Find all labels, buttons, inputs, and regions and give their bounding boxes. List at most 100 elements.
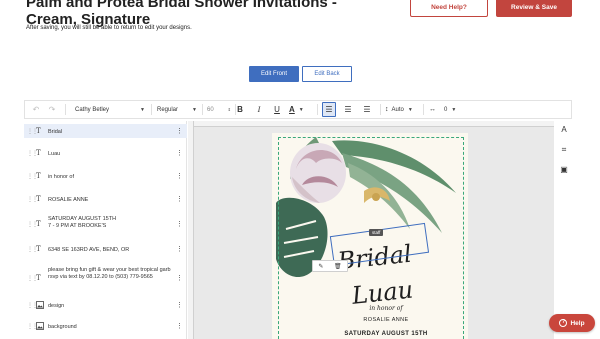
page-title: Palm and Protea Bridal Shower Invitation…	[26, 0, 337, 28]
text-color-button[interactable]: A ▼	[289, 101, 311, 118]
layer-item-bridal[interactable]: ⋮⋮ T Bridal ⋮	[24, 124, 187, 138]
text-layer-icon: T	[36, 245, 41, 253]
image-tool-icon[interactable]: ▣	[556, 165, 572, 174]
tab-edit-back[interactable]: Edit Back	[302, 66, 352, 82]
layer-label: in honor of	[48, 174, 74, 180]
tab-edit-front[interactable]: Edit Front	[249, 66, 299, 82]
drag-handle-icon[interactable]: ⋮⋮	[27, 323, 38, 330]
trash-icon[interactable]: 🗑	[334, 263, 342, 270]
drag-handle-icon[interactable]: ⋮⋮	[27, 150, 38, 157]
text-layer-icon: T	[36, 127, 41, 135]
image-layer-icon	[36, 322, 44, 330]
font-family-select[interactable]: Cathy Betley ▼	[75, 101, 145, 118]
right-tool-rail: A ⌗ ▣	[556, 121, 572, 339]
layer-label: SATURDAY AUGUST 15TH 7 - 9 PM AT BROOKE'…	[48, 216, 117, 229]
more-options-icon[interactable]: ⋮	[176, 127, 183, 135]
drag-handle-icon[interactable]: ⋮⋮	[27, 173, 38, 180]
layer-label: Luau	[48, 151, 61, 157]
letter-spacing-value: 0	[444, 106, 448, 113]
chevron-down-icon: ▼	[298, 106, 304, 113]
stepper-icon: ⇕	[227, 107, 231, 112]
chevron-down-icon: ▼	[451, 106, 457, 113]
layer-item-luau[interactable]: ⋮⋮ T Luau ⋮	[24, 146, 187, 160]
toolbar-divider	[65, 104, 66, 115]
more-options-icon[interactable]: ⋮	[176, 301, 183, 309]
toolbar-divider	[423, 104, 424, 115]
image-layer-icon	[36, 301, 44, 309]
page-subtitle: After saving, you will still be able to …	[26, 25, 192, 31]
staff-tag: staff	[369, 229, 384, 236]
align-center-icon[interactable]: ☰	[341, 101, 355, 118]
line-height-select[interactable]: ↕ Auto ▼	[385, 101, 419, 118]
question-icon: ?	[559, 319, 568, 327]
bold-button[interactable]: B	[233, 101, 247, 118]
review-save-button[interactable]: Review & Save	[496, 0, 572, 17]
layer-item-date[interactable]: ⋮⋮ T SATURDAY AUGUST 15TH 7 - 9 PM AT BR…	[24, 213, 187, 235]
chevron-down-icon: ▼	[407, 106, 413, 113]
align-left-icon[interactable]: ☰	[322, 102, 336, 117]
italic-button[interactable]: I	[252, 101, 266, 118]
underline-button[interactable]: U	[270, 101, 284, 118]
layer-label: background	[48, 324, 77, 330]
letter-spacing-select[interactable]: ↔ 0 ▼	[429, 101, 469, 118]
rosalie-anne-text[interactable]: ROSALIE ANNE	[300, 317, 472, 323]
layer-item-in-honor-of[interactable]: ⋮⋮ T in honor of ⋮	[24, 169, 187, 183]
layer-label: ROSALIE ANNE	[48, 197, 89, 203]
chevron-down-icon: ▼	[192, 106, 197, 113]
letter-spacing-icon: ↔	[429, 106, 436, 113]
edit-pencil-icon[interactable]: ✎	[318, 263, 323, 270]
help-label: Help	[570, 319, 585, 327]
drag-handle-icon[interactable]: ⋮⋮	[27, 196, 38, 203]
layer-label: design	[48, 303, 65, 309]
text-layer-icon: T	[36, 195, 41, 203]
drag-handle-icon[interactable]: ⋮⋮	[27, 275, 38, 282]
in-honor-of-text[interactable]: in honor of	[300, 305, 472, 312]
font-family-value: Cathy Betley	[75, 106, 110, 113]
left-ruler	[188, 121, 194, 339]
line-height-value: Auto	[391, 106, 404, 113]
layer-item-design[interactable]: ⋮⋮ design ⋮	[24, 298, 187, 312]
layer-item-address[interactable]: ⋮⋮ T 6348 SE 163RD AVE, BEND, OR ⋮	[24, 242, 187, 256]
drag-handle-icon[interactable]: ⋮⋮	[27, 128, 38, 135]
more-options-icon[interactable]: ⋮	[176, 274, 183, 282]
redo-icon[interactable]: ↷	[45, 101, 59, 118]
font-weight-select[interactable]: Regular ▼	[157, 101, 197, 118]
chevron-down-icon: ▼	[140, 106, 145, 113]
need-help-button[interactable]: Need Help?	[410, 0, 488, 17]
align-right-icon[interactable]: ☰	[360, 101, 374, 118]
text-color-letter: A	[289, 105, 295, 114]
more-options-icon[interactable]: ⋮	[176, 195, 183, 203]
text-layer-icon: T	[36, 274, 41, 282]
layers-panel: ⋮⋮ T Bridal ⋮ ⋮⋮ T Luau ⋮ ⋮⋮ T in honor …	[24, 121, 187, 339]
crop-icon[interactable]: ⌗	[556, 145, 572, 155]
font-size-value: 60	[207, 106, 214, 113]
toolbar-divider	[151, 104, 152, 115]
layer-item-details[interactable]: ⋮⋮ T please bring fun gift & wear your b…	[24, 264, 187, 294]
text-tool-icon[interactable]: A	[556, 125, 572, 134]
element-mini-toolbar: ✎ 🗑	[312, 260, 348, 272]
undo-icon[interactable]: ↶	[29, 101, 43, 118]
more-options-icon[interactable]: ⋮	[176, 220, 183, 228]
text-layer-icon: T	[36, 220, 41, 228]
more-options-icon[interactable]: ⋮	[176, 172, 183, 180]
layer-label: 6348 SE 163RD AVE, BEND, OR	[48, 247, 130, 253]
drag-handle-icon[interactable]: ⋮⋮	[27, 302, 38, 309]
more-options-icon[interactable]: ⋮	[176, 149, 183, 157]
toolbar-divider	[380, 104, 381, 115]
toolbar-divider	[317, 104, 318, 115]
font-size-select[interactable]: 60 ⇕	[207, 101, 231, 118]
line-height-icon: ↕	[385, 106, 389, 113]
more-options-icon[interactable]: ⋮	[176, 322, 183, 330]
more-options-icon[interactable]: ⋮	[176, 245, 183, 253]
layer-item-background[interactable]: ⋮⋮ background ⋮	[24, 319, 187, 333]
layer-label: please bring fun gift & wear your best t…	[48, 267, 171, 280]
layer-item-rosalie-anne[interactable]: ⋮⋮ T ROSALIE ANNE ⋮	[24, 192, 187, 206]
text-toolbar: ↶ ↷ Cathy Betley ▼ Regular ▼ 60 ⇕ B I U …	[24, 100, 572, 119]
drag-handle-icon[interactable]: ⋮⋮	[27, 221, 38, 228]
top-ruler	[193, 121, 554, 127]
layer-label: Bridal	[48, 129, 63, 135]
help-button[interactable]: ? Help	[549, 314, 595, 332]
text-layer-icon: T	[36, 172, 41, 180]
date-text[interactable]: SATURDAY AUGUST 15TH	[300, 331, 472, 337]
drag-handle-icon[interactable]: ⋮⋮	[27, 246, 38, 253]
